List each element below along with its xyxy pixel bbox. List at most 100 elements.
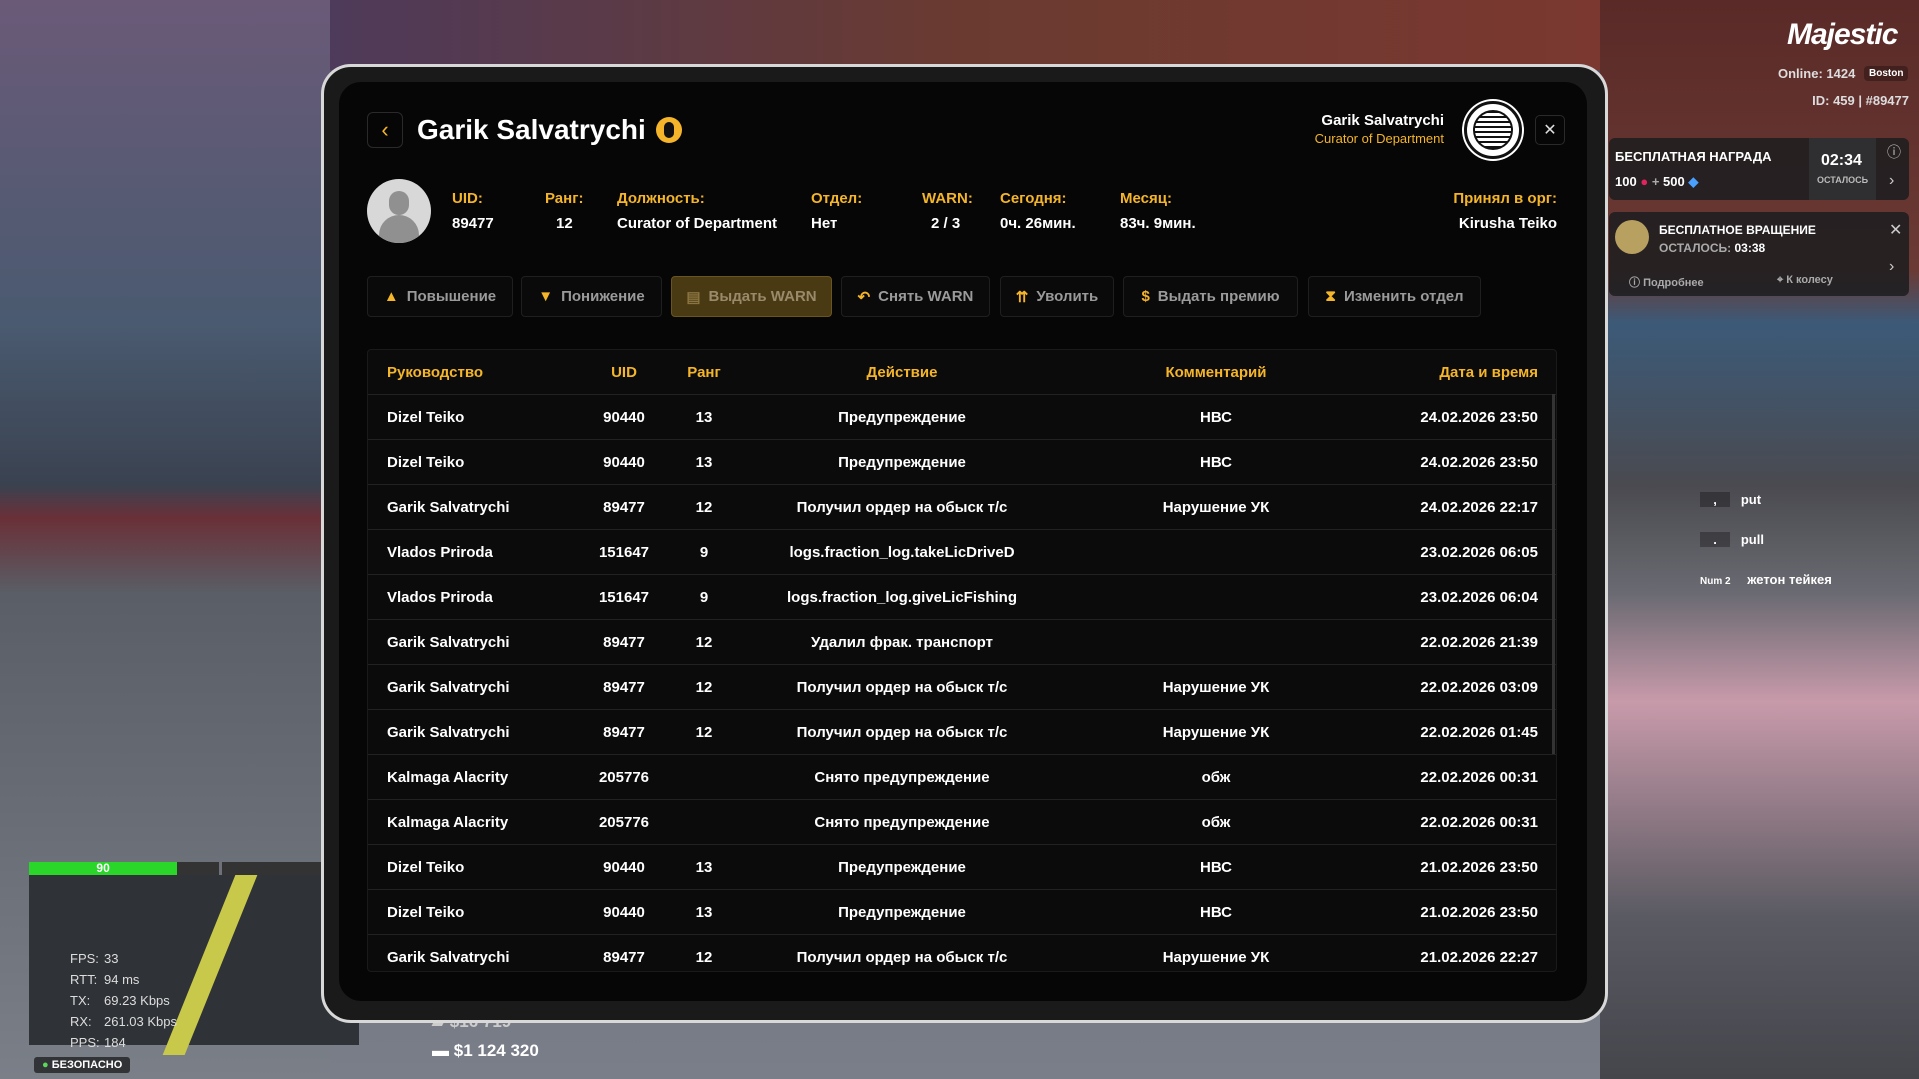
table-row[interactable]: Vlados Priroda 151647 9 logs.fraction_log.t… xyxy=(368,530,1556,575)
table-row[interactable]: Garik Salvatrychi 89477 12 Получил ордер на… xyxy=(368,935,1556,971)
net-stats: FPS: 33 RTT: 94 ms TX: 69.23 Kbps RX: 261.03… xyxy=(70,948,177,1053)
cell-rank: 12 xyxy=(695,949,713,966)
cell-manager: Dizel Teiko xyxy=(387,409,465,426)
info-icon: ⓘ xyxy=(1629,277,1644,289)
col-header-manager[interactable]: Руководство xyxy=(387,350,483,395)
cell-uid: 205776 xyxy=(598,814,650,831)
cell-datetime: 24.02.2026 23:50 xyxy=(1420,409,1538,426)
info-icon[interactable]: ⓘ xyxy=(1887,142,1901,162)
cell-action: Получил ордер на обыск т/с xyxy=(796,679,1008,696)
cell-action: Предупреждение xyxy=(838,859,966,876)
hierarchy-icon: ⧗ xyxy=(1325,288,1336,305)
table-row[interactable]: Dizel Teiko 90440 13 Предупреждение НВС 24.02… xyxy=(368,440,1556,485)
online-value: 1424 xyxy=(1826,66,1856,81)
button-label: Выдать WARN xyxy=(708,288,817,305)
cell-manager: Vlados Priroda xyxy=(387,589,493,606)
majestic-logo: Majestic xyxy=(1787,18,1898,51)
drop-icon: ◆ xyxy=(1688,174,1699,189)
bind-key: Num 2 xyxy=(1700,576,1731,587)
col-header-rank[interactable]: Ранг xyxy=(664,350,744,395)
rank-label: Ранг: xyxy=(545,190,584,207)
cell-comment: обж xyxy=(1201,814,1231,831)
close-icon: ✕ xyxy=(1543,122,1557,139)
reward-timer: 02:34 xyxy=(1821,152,1862,169)
bind-label: жетон тейкея xyxy=(1747,572,1832,587)
table-row[interactable]: Kalmaga Alacrity 205776 Снято предупрежден… xyxy=(368,800,1556,845)
fps-label: FPS: xyxy=(70,951,99,966)
demote-button[interactable]: ▼ Понижение xyxy=(521,276,662,317)
cell-action: Предупреждение xyxy=(838,454,966,471)
cell-datetime: 21.02.2026 23:50 xyxy=(1420,904,1538,921)
player-id: ID: 459 | #89477 xyxy=(1812,93,1909,108)
user-badge-icon xyxy=(656,117,682,143)
hired-by-value: Kirusha Teiko xyxy=(1458,215,1557,232)
to-wheel-link[interactable]: ⌖ К колесу xyxy=(1777,274,1833,287)
bind-key: . xyxy=(1700,532,1730,547)
bank-value: $1 124 320 xyxy=(453,1041,539,1060)
table-row[interactable]: Kalmaga Alacrity 205776 Снято предупрежден… xyxy=(368,755,1556,800)
cell-datetime: 21.02.2026 23:50 xyxy=(1420,859,1538,876)
cell-manager: Garik Salvatrychi xyxy=(387,499,510,516)
chevron-right-icon[interactable]: › xyxy=(1889,258,1894,276)
pps-value: 184 xyxy=(104,1035,126,1050)
back-button[interactable]: ‹ xyxy=(367,112,403,148)
table-body: Dizel Teiko 90440 13 Предупреждение НВС 24.02… xyxy=(368,395,1556,971)
change-department-button[interactable]: ⧗ Изменить отдел xyxy=(1308,276,1481,317)
spin-left-label: ОСТАЛОСЬ: xyxy=(1659,241,1732,255)
table-row[interactable]: Garik Salvatrychi 89477 12 Удалил фрак. тра… xyxy=(368,620,1556,665)
cell-manager: Garik Salvatrychi xyxy=(387,679,510,696)
chevron-right-icon[interactable]: › xyxy=(1889,172,1894,190)
table-row[interactable]: Vlados Priroda 151647 9 logs.fraction_log.g… xyxy=(368,575,1556,620)
today-label: Сегодня: xyxy=(1000,190,1067,207)
rx-label: RX: xyxy=(70,1014,92,1029)
give-warn-button[interactable]: ▤ Выдать WARN xyxy=(671,276,832,317)
cell-manager: Dizel Teiko xyxy=(387,454,465,471)
close-icon[interactable]: ✕ xyxy=(1889,220,1902,240)
cell-datetime: 23.02.2026 06:05 xyxy=(1420,544,1538,561)
cell-comment: Нарушение УК xyxy=(1162,724,1270,741)
free-reward-card[interactable]: БЕСПЛАТНАЯ НАГРАДА 100 ● + 500 ◆ 02:34 О… xyxy=(1609,138,1909,200)
bind-token: Num 2 жетон тейкея xyxy=(1700,572,1832,587)
cell-comment: НВС xyxy=(1200,454,1232,471)
promote-button[interactable]: ▲ Повышение xyxy=(367,276,513,317)
cell-rank: 13 xyxy=(695,859,713,876)
rank-value: 12 xyxy=(556,215,573,232)
table-row[interactable]: Garik Salvatrychi 89477 12 Получил ордер на… xyxy=(368,665,1556,710)
table-header: Руководство UID Ранг Действие Комментари… xyxy=(368,350,1556,395)
scrollbar[interactable] xyxy=(1552,394,1555,754)
rtt-value: 94 ms xyxy=(104,972,140,987)
col-header-datetime[interactable]: Дата и время xyxy=(1439,350,1538,395)
fire-button[interactable]: ⇈ Уволить xyxy=(1000,276,1114,317)
bind-label: put xyxy=(1740,492,1762,507)
table-row[interactable]: Dizel Teiko 90440 13 Предупреждение НВС 21.02… xyxy=(368,890,1556,935)
cell-manager: Kalmaga Alacrity xyxy=(387,814,509,831)
col-header-comment[interactable]: Комментарий xyxy=(1066,350,1366,395)
bank: ▬ $1 124 320 xyxy=(432,1041,539,1061)
warn-icon: ▤ xyxy=(686,288,701,306)
table-row[interactable]: Dizel Teiko 90440 13 Предупреждение НВС 24.02… xyxy=(368,395,1556,440)
month-label: Месяц: xyxy=(1120,190,1172,207)
give-bonus-button[interactable]: $ Выдать премию xyxy=(1123,276,1298,317)
header-user-name: Garik Salvatrychi xyxy=(1321,112,1444,129)
cell-comment: НВС xyxy=(1200,859,1232,876)
remove-warn-button[interactable]: ↶ Снять WARN xyxy=(841,276,990,317)
col-header-action[interactable]: Действие xyxy=(752,350,1052,395)
bind-key: , xyxy=(1700,492,1730,507)
cell-action: Получил ордер на обыск т/с xyxy=(796,499,1008,516)
free-spin-card: БЕСПЛАТНОЕ ВРАЩЕНИЕ ОСТАЛОСЬ: 03:38 ✕ ⓘ … xyxy=(1609,212,1909,296)
cell-rank: 9 xyxy=(699,589,709,606)
mcoin-icon: ● xyxy=(1640,174,1649,189)
cell-action: Предупреждение xyxy=(838,409,966,426)
more-link[interactable]: ⓘ Подробнее xyxy=(1629,274,1704,290)
arrow-down-icon: ▼ xyxy=(538,288,554,305)
cell-manager: Garik Salvatrychi xyxy=(387,724,510,741)
cell-comment: Нарушение УК xyxy=(1162,949,1270,966)
cell-manager: Kalmaga Alacrity xyxy=(387,769,509,786)
fps-value: 33 xyxy=(104,951,119,966)
table-row[interactable]: Dizel Teiko 90440 13 Предупреждение НВС 21.02… xyxy=(368,845,1556,890)
close-button[interactable]: ✕ xyxy=(1535,115,1565,145)
header-user-role: Curator of Department xyxy=(1314,131,1444,146)
table-row[interactable]: Garik Salvatrychi 89477 12 Получил ордер на… xyxy=(368,485,1556,530)
table-row[interactable]: Garik Salvatrychi 89477 12 Получил ордер на… xyxy=(368,710,1556,755)
button-label: Повышение xyxy=(406,288,497,305)
